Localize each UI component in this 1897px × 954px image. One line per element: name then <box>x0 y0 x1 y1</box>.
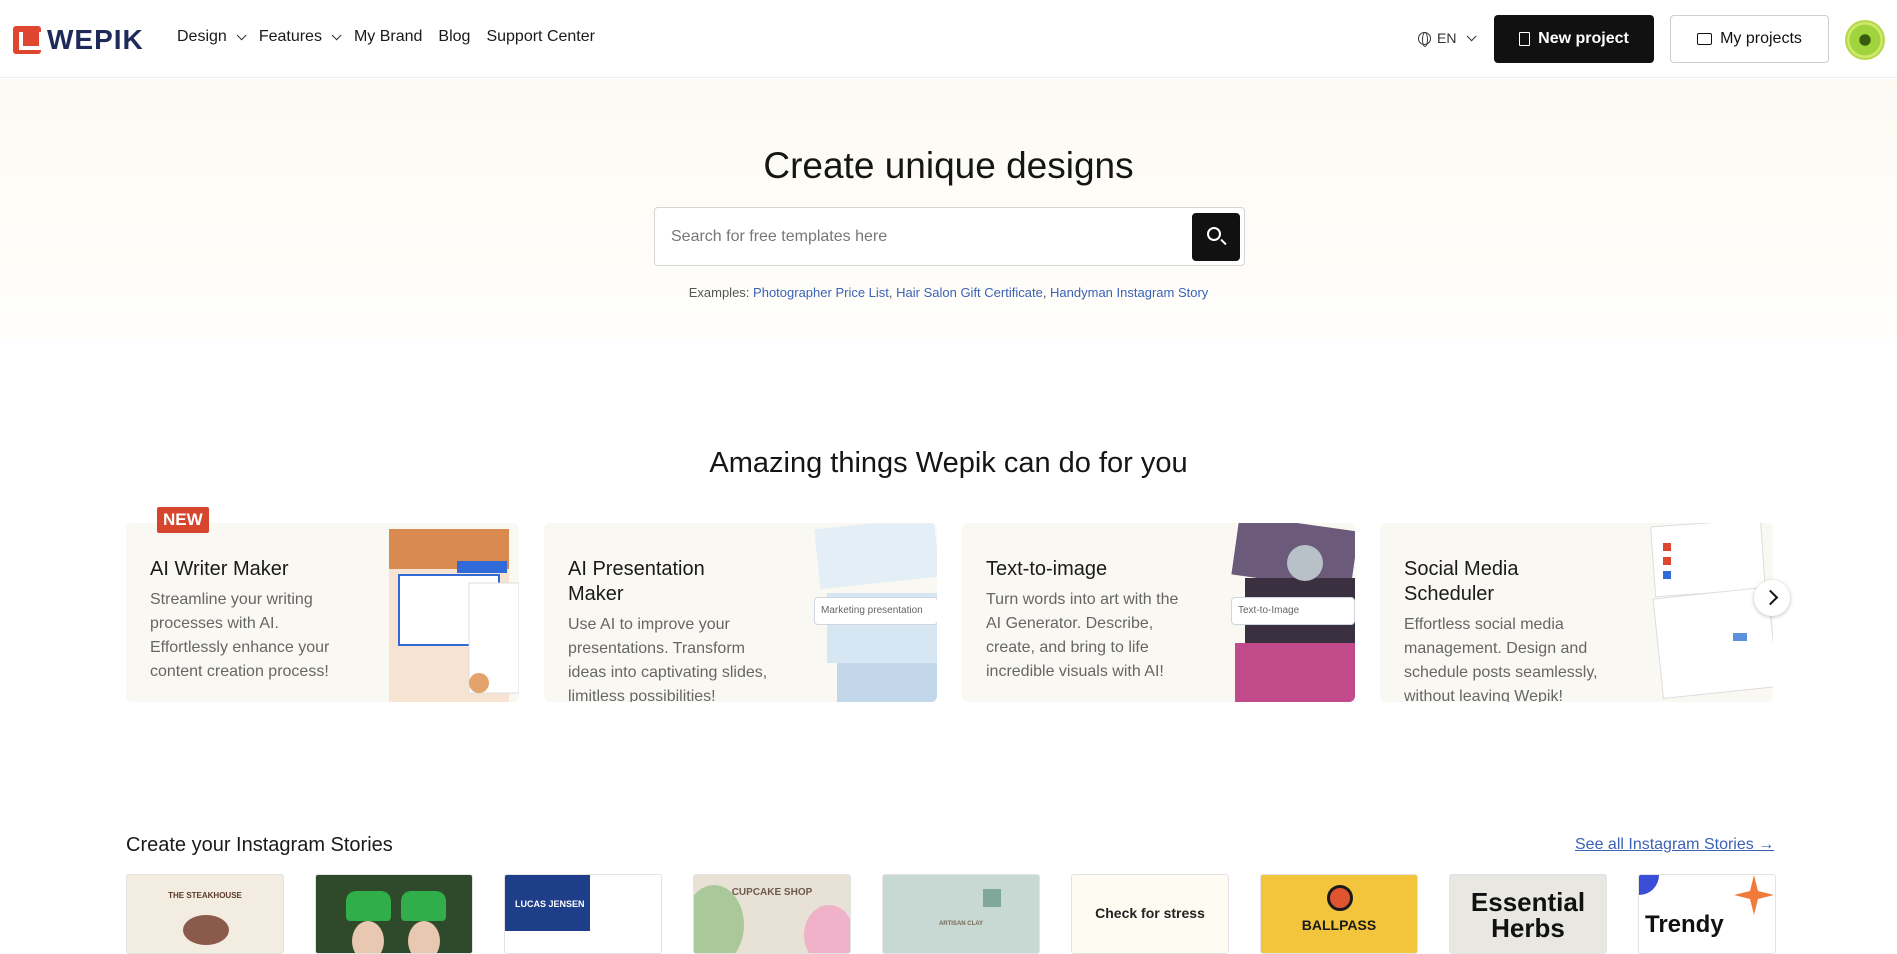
nav-my-brand[interactable]: My Brand <box>354 28 422 46</box>
card-description: Turn words into art with the AI Generato… <box>986 591 1179 680</box>
search-input[interactable] <box>671 222 1171 252</box>
my-projects-button[interactable]: My projects <box>1670 15 1829 63</box>
story-template[interactable]: THE STEAKHOUSE <box>126 874 284 954</box>
prompt-chip: Marketing presentation <box>814 597 937 625</box>
prompt-chip: Text-to-Image <box>1231 597 1355 625</box>
card-description: Effortless social media management. Desi… <box>1404 616 1598 702</box>
top-header: WEPIK Design Features My Brand Blog Supp… <box>0 0 1897 78</box>
wepik-logo-text: WEPIK <box>47 24 144 55</box>
chevron-down-icon <box>236 29 247 40</box>
language-selector[interactable]: EN <box>1418 30 1478 47</box>
story-template[interactable]: BALLPASS <box>1260 874 1418 954</box>
nav-support-center[interactable]: Support Center <box>486 28 595 46</box>
search-examples: Examples: Photographer Price List, Hair … <box>688 285 1209 300</box>
folder-icon <box>1697 33 1713 45</box>
features-title: Amazing things Wepik can do for you <box>709 447 1188 479</box>
search-button[interactable] <box>1192 213 1240 261</box>
example-link[interactable]: Photographer Price List <box>753 285 889 300</box>
feature-card-text-to-image[interactable]: Text-to-image Turn words into art with t… <box>962 523 1355 702</box>
feature-card-ai-writer[interactable]: AI Writer Maker Streamline your writing … <box>126 523 519 702</box>
avatar[interactable] <box>1845 20 1885 60</box>
card-title: AI Presentation Maker <box>568 558 705 605</box>
card-description: Use AI to improve your presentations. Tr… <box>568 616 768 702</box>
new-project-button[interactable]: New project <box>1494 15 1654 63</box>
story-template[interactable]: CUPCAKE SHOP <box>693 874 851 954</box>
new-badge: NEW <box>157 507 209 533</box>
card-description: Streamline your writing processes with A… <box>150 591 330 680</box>
feature-card-social-scheduler[interactable]: Social Media Scheduler Effortless social… <box>1380 523 1773 702</box>
example-link[interactable]: Handyman Instagram Story <box>1050 285 1208 300</box>
story-template[interactable]: LUCAS JENSEN <box>504 874 662 954</box>
card-title: Social Media Scheduler <box>1404 558 1519 605</box>
main-nav: Design Features My Brand Blog Support Ce… <box>177 28 595 46</box>
chevron-down-icon <box>1467 30 1478 41</box>
chevron-down-icon <box>331 29 342 40</box>
nav-design[interactable]: Design <box>177 28 247 46</box>
social-scheduler-thumbnail <box>1650 523 1773 700</box>
example-link[interactable]: Hair Salon Gift Certificate <box>896 285 1043 300</box>
stories-section-title: Create your Instagram Stories <box>126 834 393 856</box>
carousel-next-button[interactable] <box>1754 580 1790 616</box>
wepik-logo-icon <box>13 26 43 54</box>
see-all-stories-link[interactable]: See all Instagram Stories → <box>1575 836 1774 854</box>
story-template[interactable]: Check for stress <box>1071 874 1229 954</box>
search-bar <box>654 207 1245 266</box>
story-template[interactable]: ARTISAN CLAY <box>882 874 1040 954</box>
nav-blog[interactable]: Blog <box>438 28 470 46</box>
document-icon <box>1519 32 1531 46</box>
story-template[interactable]: Trendy <box>1638 874 1776 954</box>
story-template[interactable] <box>315 874 473 954</box>
feature-card-ai-presentation[interactable]: AI Presentation Maker Use AI to improve … <box>544 523 937 702</box>
globe-icon <box>1418 31 1431 47</box>
search-icon <box>1207 227 1221 241</box>
card-title: Text-to-image <box>986 558 1108 580</box>
nav-features[interactable]: Features <box>259 28 342 46</box>
wepik-logo[interactable]: WEPIK <box>13 24 144 56</box>
page-title: Create unique designs <box>763 145 1134 186</box>
card-title: AI Writer Maker <box>150 558 289 580</box>
ai-writer-thumbnail <box>389 529 519 702</box>
story-template[interactable]: Essential Herbs <box>1449 874 1607 954</box>
